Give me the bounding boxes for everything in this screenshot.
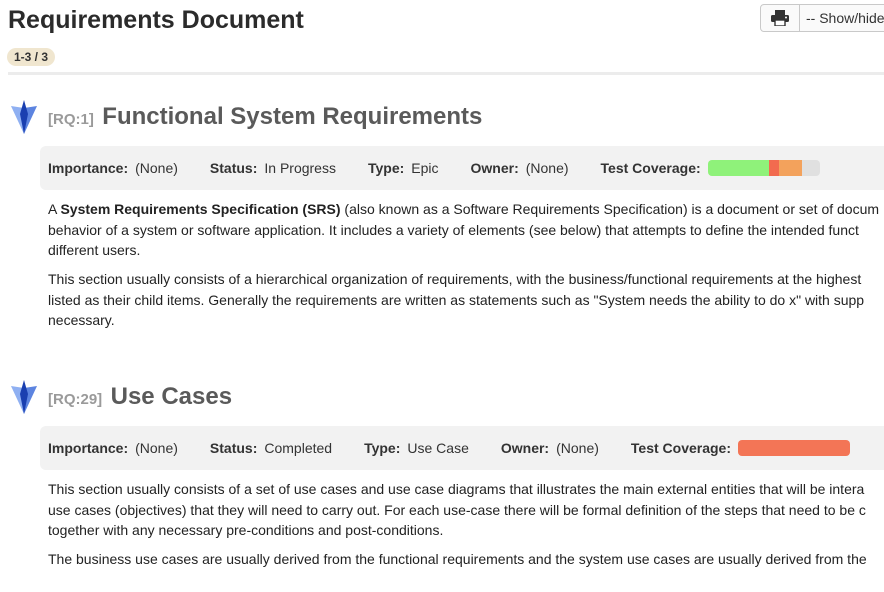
requirement-heading[interactable]: [RQ:1] Functional System Requirements <box>48 103 482 131</box>
text-fragment: A <box>48 201 61 217</box>
requirement-key[interactable]: [RQ:29] <box>48 391 102 408</box>
requirement-name[interactable]: Use Cases <box>111 383 232 410</box>
text-line: necessary. <box>48 312 115 328</box>
text-line: The business use cases are usually deriv… <box>48 551 867 567</box>
requirement-icon <box>11 100 37 134</box>
description-paragraph: The business use cases are usually deriv… <box>48 549 884 570</box>
text-fragment: (also known as a Software Requirements S… <box>340 201 880 217</box>
text-line: This section usually consists of a hiera… <box>48 271 862 287</box>
importance-value: (None) <box>135 440 178 456</box>
page: Requirements Document -- Show/hide 1-3 /… <box>0 0 884 592</box>
show-hide-dropdown[interactable]: -- Show/hide <box>800 5 884 31</box>
test-coverage-label: Test Coverage: <box>600 160 701 176</box>
requirement-properties: Importance: (None) Status: In Progress T… <box>40 146 884 190</box>
text-line: This section usually consists of a set o… <box>48 481 865 497</box>
importance-label: Importance: <box>48 160 129 176</box>
description-paragraph: This section usually consists of a hiera… <box>48 269 884 331</box>
owner-label: Owner: <box>500 440 550 456</box>
importance-value: (None) <box>135 160 178 176</box>
text-line: use cases (objectives) that they will ne… <box>48 501 866 518</box>
status-value: In Progress <box>264 160 336 176</box>
test-coverage-bar[interactable] <box>707 160 820 176</box>
owner-value: (None) <box>556 440 599 456</box>
type-value: Use Case <box>407 440 469 456</box>
page-title: Requirements Document <box>8 6 304 34</box>
printer-icon <box>771 10 789 26</box>
coverage-passed <box>707 160 770 176</box>
coverage-not-run <box>801 160 820 176</box>
pagination-badge: 1-3 / 3 <box>7 48 56 66</box>
requirement-icon <box>11 380 37 414</box>
type-label: Type: <box>364 440 401 456</box>
text-line: different users. <box>48 242 141 258</box>
divider <box>8 72 884 75</box>
coverage-blocked <box>779 160 802 176</box>
coverage-failed <box>769 160 780 176</box>
status-value: Completed <box>264 440 333 456</box>
importance-label: Importance: <box>48 440 129 456</box>
type-value: Epic <box>411 160 439 176</box>
description-paragraph: A System Requirements Specification (SRS… <box>48 199 884 261</box>
print-button[interactable] <box>761 5 800 31</box>
requirement-properties: Importance: (None) Status: Completed Typ… <box>40 426 884 470</box>
requirement-name[interactable]: Functional System Requirements <box>102 103 482 130</box>
requirement-heading[interactable]: [RQ:29] Use Cases <box>48 383 232 411</box>
type-label: Type: <box>367 160 405 176</box>
owner-label: Owner: <box>470 160 519 176</box>
text-line: together with any necessary pre-conditio… <box>48 522 444 538</box>
status-label: Status: <box>209 160 258 176</box>
text-line: behavior of a system or software applica… <box>48 221 859 238</box>
test-coverage-bar[interactable] <box>738 440 850 456</box>
srs-term: System Requirements Specification (SRS) <box>60 201 341 217</box>
description-paragraph: This section usually consists of a set o… <box>48 479 884 541</box>
requirement-key[interactable]: [RQ:1] <box>48 111 94 128</box>
test-coverage-label: Test Coverage: <box>630 440 731 456</box>
coverage-failed <box>738 440 850 456</box>
text-line: listed as their child items. Generally t… <box>48 291 865 308</box>
status-label: Status: <box>209 440 258 456</box>
owner-value: (None) <box>525 160 569 176</box>
toolbar: -- Show/hide <box>760 4 884 32</box>
